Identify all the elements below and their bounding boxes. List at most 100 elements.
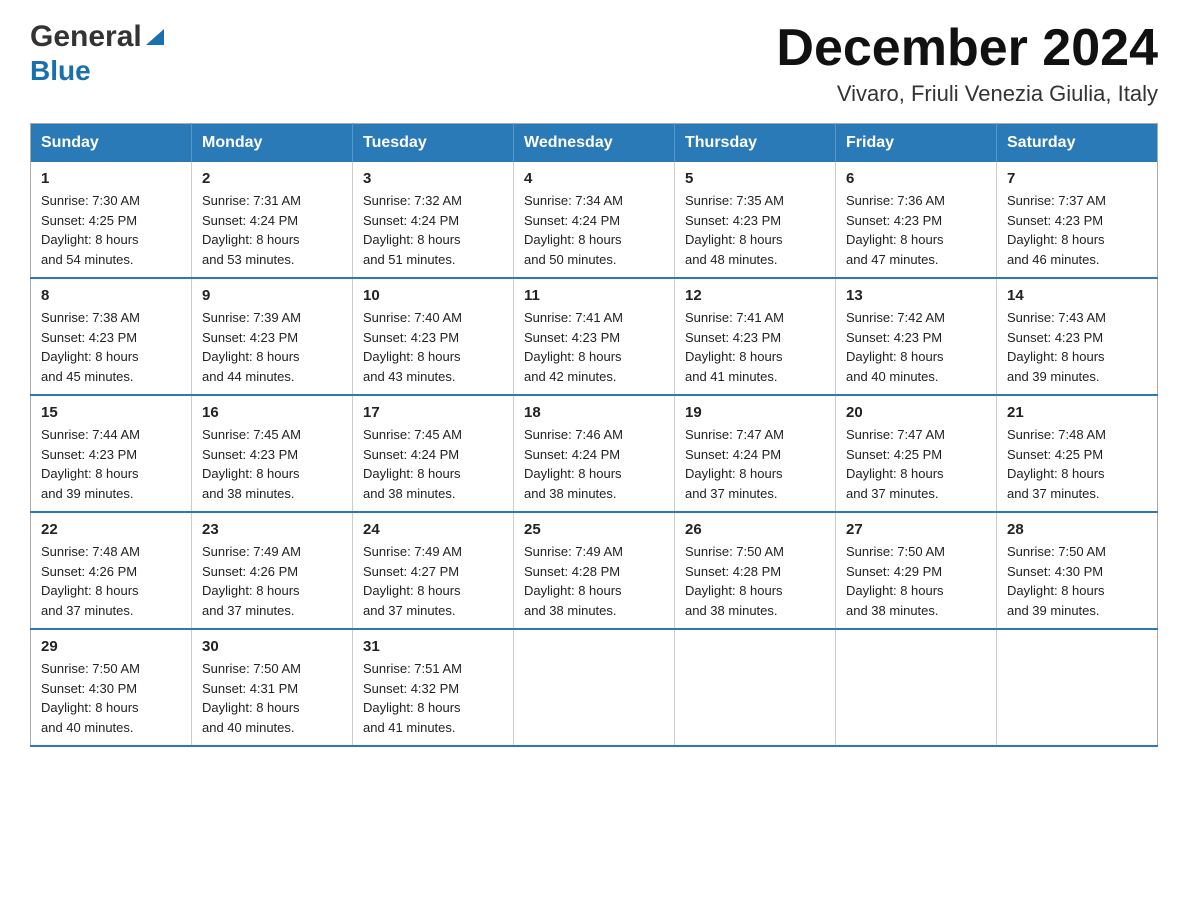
- col-wednesday: Wednesday: [514, 124, 675, 163]
- col-monday: Monday: [192, 124, 353, 163]
- calendar-week-row: 8 Sunrise: 7:38 AM Sunset: 4:23 PM Dayli…: [31, 278, 1158, 395]
- day-number: 11: [524, 287, 664, 304]
- calendar-day-cell: 19 Sunrise: 7:47 AM Sunset: 4:24 PM Dayl…: [675, 395, 836, 512]
- calendar-day-cell: 22 Sunrise: 7:48 AM Sunset: 4:26 PM Dayl…: [31, 512, 192, 629]
- calendar-day-cell: 21 Sunrise: 7:48 AM Sunset: 4:25 PM Dayl…: [997, 395, 1158, 512]
- day-info: Sunrise: 7:34 AM Sunset: 4:24 PM Dayligh…: [524, 191, 664, 269]
- logo-triangle-icon: [144, 25, 166, 47]
- calendar-week-row: 15 Sunrise: 7:44 AM Sunset: 4:23 PM Dayl…: [31, 395, 1158, 512]
- day-number: 21: [1007, 404, 1147, 421]
- day-info: Sunrise: 7:31 AM Sunset: 4:24 PM Dayligh…: [202, 191, 342, 269]
- calendar-week-row: 29 Sunrise: 7:50 AM Sunset: 4:30 PM Dayl…: [31, 629, 1158, 746]
- calendar-month-year: December 2024: [776, 20, 1158, 77]
- day-info: Sunrise: 7:46 AM Sunset: 4:24 PM Dayligh…: [524, 425, 664, 503]
- calendar-day-cell: 17 Sunrise: 7:45 AM Sunset: 4:24 PM Dayl…: [353, 395, 514, 512]
- day-info: Sunrise: 7:50 AM Sunset: 4:31 PM Dayligh…: [202, 659, 342, 737]
- calendar-day-cell: 4 Sunrise: 7:34 AM Sunset: 4:24 PM Dayli…: [514, 162, 675, 278]
- col-sunday: Sunday: [31, 124, 192, 163]
- day-info: Sunrise: 7:47 AM Sunset: 4:25 PM Dayligh…: [846, 425, 986, 503]
- calendar-day-cell: 13 Sunrise: 7:42 AM Sunset: 4:23 PM Dayl…: [836, 278, 997, 395]
- day-info: Sunrise: 7:49 AM Sunset: 4:28 PM Dayligh…: [524, 542, 664, 620]
- calendar-day-cell: [514, 629, 675, 746]
- day-number: 31: [363, 638, 503, 655]
- day-info: Sunrise: 7:48 AM Sunset: 4:25 PM Dayligh…: [1007, 425, 1147, 503]
- calendar-day-cell: 20 Sunrise: 7:47 AM Sunset: 4:25 PM Dayl…: [836, 395, 997, 512]
- page-header: General Blue December 2024 Vivaro, Friul…: [30, 20, 1158, 107]
- day-info: Sunrise: 7:41 AM Sunset: 4:23 PM Dayligh…: [524, 308, 664, 386]
- day-info: Sunrise: 7:35 AM Sunset: 4:23 PM Dayligh…: [685, 191, 825, 269]
- day-info: Sunrise: 7:50 AM Sunset: 4:30 PM Dayligh…: [41, 659, 181, 737]
- day-number: 7: [1007, 170, 1147, 187]
- calendar-day-cell: 2 Sunrise: 7:31 AM Sunset: 4:24 PM Dayli…: [192, 162, 353, 278]
- calendar-day-cell: [997, 629, 1158, 746]
- day-number: 30: [202, 638, 342, 655]
- day-number: 29: [41, 638, 181, 655]
- day-info: Sunrise: 7:38 AM Sunset: 4:23 PM Dayligh…: [41, 308, 181, 386]
- day-info: Sunrise: 7:44 AM Sunset: 4:23 PM Dayligh…: [41, 425, 181, 503]
- day-number: 1: [41, 170, 181, 187]
- calendar-day-cell: 14 Sunrise: 7:43 AM Sunset: 4:23 PM Dayl…: [997, 278, 1158, 395]
- day-info: Sunrise: 7:50 AM Sunset: 4:29 PM Dayligh…: [846, 542, 986, 620]
- calendar-header-row: Sunday Monday Tuesday Wednesday Thursday…: [31, 124, 1158, 163]
- calendar-day-cell: 26 Sunrise: 7:50 AM Sunset: 4:28 PM Dayl…: [675, 512, 836, 629]
- day-number: 26: [685, 521, 825, 538]
- col-tuesday: Tuesday: [353, 124, 514, 163]
- calendar-day-cell: 7 Sunrise: 7:37 AM Sunset: 4:23 PM Dayli…: [997, 162, 1158, 278]
- day-info: Sunrise: 7:47 AM Sunset: 4:24 PM Dayligh…: [685, 425, 825, 503]
- calendar-day-cell: 9 Sunrise: 7:39 AM Sunset: 4:23 PM Dayli…: [192, 278, 353, 395]
- calendar-day-cell: [675, 629, 836, 746]
- calendar-location: Vivaro, Friuli Venezia Giulia, Italy: [776, 81, 1158, 107]
- day-info: Sunrise: 7:50 AM Sunset: 4:28 PM Dayligh…: [685, 542, 825, 620]
- day-number: 23: [202, 521, 342, 538]
- col-thursday: Thursday: [675, 124, 836, 163]
- calendar-day-cell: 16 Sunrise: 7:45 AM Sunset: 4:23 PM Dayl…: [192, 395, 353, 512]
- day-info: Sunrise: 7:37 AM Sunset: 4:23 PM Dayligh…: [1007, 191, 1147, 269]
- logo-blue-text: Blue: [30, 55, 91, 87]
- day-info: Sunrise: 7:51 AM Sunset: 4:32 PM Dayligh…: [363, 659, 503, 737]
- day-number: 8: [41, 287, 181, 304]
- calendar-day-cell: 10 Sunrise: 7:40 AM Sunset: 4:23 PM Dayl…: [353, 278, 514, 395]
- calendar-title-area: December 2024 Vivaro, Friuli Venezia Giu…: [776, 20, 1158, 107]
- calendar-day-cell: 11 Sunrise: 7:41 AM Sunset: 4:23 PM Dayl…: [514, 278, 675, 395]
- calendar-day-cell: 23 Sunrise: 7:49 AM Sunset: 4:26 PM Dayl…: [192, 512, 353, 629]
- day-number: 16: [202, 404, 342, 421]
- calendar-day-cell: 24 Sunrise: 7:49 AM Sunset: 4:27 PM Dayl…: [353, 512, 514, 629]
- day-number: 13: [846, 287, 986, 304]
- day-info: Sunrise: 7:43 AM Sunset: 4:23 PM Dayligh…: [1007, 308, 1147, 386]
- day-number: 18: [524, 404, 664, 421]
- day-number: 25: [524, 521, 664, 538]
- day-info: Sunrise: 7:40 AM Sunset: 4:23 PM Dayligh…: [363, 308, 503, 386]
- day-info: Sunrise: 7:42 AM Sunset: 4:23 PM Dayligh…: [846, 308, 986, 386]
- logo-general-text: General: [30, 20, 166, 53]
- logo-general-blue: General: [30, 20, 166, 55]
- calendar-day-cell: 6 Sunrise: 7:36 AM Sunset: 4:23 PM Dayli…: [836, 162, 997, 278]
- day-info: Sunrise: 7:39 AM Sunset: 4:23 PM Dayligh…: [202, 308, 342, 386]
- day-info: Sunrise: 7:48 AM Sunset: 4:26 PM Dayligh…: [41, 542, 181, 620]
- calendar-day-cell: 29 Sunrise: 7:50 AM Sunset: 4:30 PM Dayl…: [31, 629, 192, 746]
- day-number: 5: [685, 170, 825, 187]
- day-number: 9: [202, 287, 342, 304]
- day-number: 24: [363, 521, 503, 538]
- day-number: 17: [363, 404, 503, 421]
- calendar-body: 1 Sunrise: 7:30 AM Sunset: 4:25 PM Dayli…: [31, 162, 1158, 746]
- day-info: Sunrise: 7:45 AM Sunset: 4:24 PM Dayligh…: [363, 425, 503, 503]
- calendar-day-cell: 1 Sunrise: 7:30 AM Sunset: 4:25 PM Dayli…: [31, 162, 192, 278]
- day-info: Sunrise: 7:36 AM Sunset: 4:23 PM Dayligh…: [846, 191, 986, 269]
- day-info: Sunrise: 7:41 AM Sunset: 4:23 PM Dayligh…: [685, 308, 825, 386]
- day-number: 19: [685, 404, 825, 421]
- calendar-day-cell: 15 Sunrise: 7:44 AM Sunset: 4:23 PM Dayl…: [31, 395, 192, 512]
- day-number: 4: [524, 170, 664, 187]
- day-number: 20: [846, 404, 986, 421]
- calendar-day-cell: 31 Sunrise: 7:51 AM Sunset: 4:32 PM Dayl…: [353, 629, 514, 746]
- calendar-day-cell: [836, 629, 997, 746]
- day-info: Sunrise: 7:50 AM Sunset: 4:30 PM Dayligh…: [1007, 542, 1147, 620]
- calendar-day-cell: 5 Sunrise: 7:35 AM Sunset: 4:23 PM Dayli…: [675, 162, 836, 278]
- calendar-day-cell: 12 Sunrise: 7:41 AM Sunset: 4:23 PM Dayl…: [675, 278, 836, 395]
- day-number: 12: [685, 287, 825, 304]
- day-info: Sunrise: 7:32 AM Sunset: 4:24 PM Dayligh…: [363, 191, 503, 269]
- calendar-day-cell: 25 Sunrise: 7:49 AM Sunset: 4:28 PM Dayl…: [514, 512, 675, 629]
- day-info: Sunrise: 7:45 AM Sunset: 4:23 PM Dayligh…: [202, 425, 342, 503]
- day-info: Sunrise: 7:30 AM Sunset: 4:25 PM Dayligh…: [41, 191, 181, 269]
- day-number: 15: [41, 404, 181, 421]
- calendar-day-cell: 30 Sunrise: 7:50 AM Sunset: 4:31 PM Dayl…: [192, 629, 353, 746]
